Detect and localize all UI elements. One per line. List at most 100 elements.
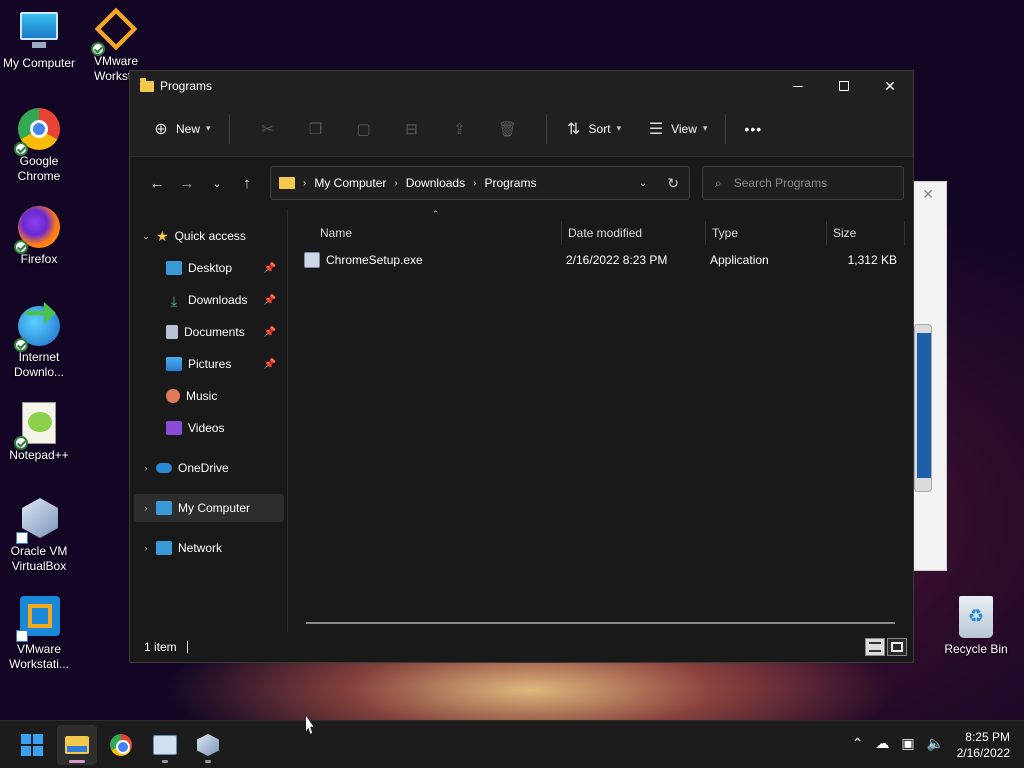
nav-pictures[interactable]: Pictures 📌 <box>134 350 284 378</box>
column-header-size[interactable]: Size <box>833 223 856 243</box>
divider <box>545 113 547 144</box>
taskbar-file-explorer[interactable] <box>57 725 97 765</box>
nav-documents[interactable]: Documents 📌 <box>134 318 284 346</box>
desktop-icon-vmware-workstation[interactable]: VMware Workstati... <box>1 594 77 672</box>
up-button[interactable]: ↑ <box>232 175 262 192</box>
file-list: ⌃ Name Date modified Type Size ChromeSet… <box>288 209 913 632</box>
copy-button[interactable]: ❐ <box>292 120 340 138</box>
forward-button[interactable]: → <box>172 175 202 192</box>
sort-icon: ⇅ <box>566 120 581 138</box>
desktop-icon-recycle-bin[interactable]: Recycle Bin <box>940 596 1012 656</box>
minimize-button[interactable] <box>775 71 821 101</box>
command-bar: ⊕ New ▾ ✂ ❐ ▢ ⊟ ⇪ 🗑 ⇅ Sort ▾ ☰ View ▾ ••… <box>130 101 913 157</box>
onedrive-cloud-icon[interactable]: ☁ <box>875 735 889 752</box>
column-header-name[interactable]: Name <box>320 223 352 243</box>
nav-label: OneDrive <box>178 461 229 475</box>
scissors-icon: ✂ <box>261 120 274 138</box>
running-indicator <box>162 760 168 763</box>
pin-icon[interactable]: 📌 <box>264 327 276 338</box>
music-icon <box>166 389 180 403</box>
nav-label: Music <box>186 389 218 403</box>
nav-videos[interactable]: Videos <box>134 414 284 442</box>
nav-label: Pictures <box>188 357 232 371</box>
chevron-up-icon[interactable]: ⌃ <box>852 735 864 752</box>
minimize-icon <box>793 85 803 87</box>
nav-my-computer[interactable]: › My Computer <box>134 494 284 522</box>
column-divider[interactable] <box>826 221 827 245</box>
rename-button[interactable]: ⊟ <box>388 120 436 138</box>
details-view-button[interactable] <box>865 638 885 656</box>
desktop-icon <box>166 261 182 275</box>
tiles-view-button[interactable] <box>887 638 907 656</box>
desktop-icon-internet-download[interactable]: Internet Downlo... <box>1 302 77 380</box>
see-more-button[interactable]: ••• <box>740 113 766 145</box>
share-button[interactable]: ⇪ <box>436 120 484 138</box>
view-button-label: View <box>671 121 697 136</box>
download-icon: ⤓ <box>170 293 178 309</box>
nav-onedrive[interactable]: › OneDrive <box>134 454 284 482</box>
network-icon[interactable]: ▣ <box>901 735 914 752</box>
document-icon <box>166 325 178 339</box>
pin-icon[interactable]: 📌 <box>264 295 276 306</box>
desktop-icon-virtualbox[interactable]: Oracle VM VirtualBox <box>1 496 77 574</box>
breadcrumb-downloads[interactable]: Downloads <box>406 176 465 190</box>
view-button[interactable]: ☰ View ▾ <box>643 113 711 145</box>
app-window-icon <box>153 735 177 755</box>
maximize-button[interactable] <box>821 71 867 101</box>
close-icon[interactable]: ✕ <box>922 186 934 203</box>
desktop-icon-google-chrome[interactable]: Google Chrome <box>1 106 77 184</box>
volume-icon[interactable]: 🔈 <box>927 735 944 752</box>
desktop-icon-my-computer[interactable]: My Computer <box>1 8 77 71</box>
taskbar-chrome[interactable] <box>101 725 141 765</box>
horizontal-scrollbar[interactable] <box>306 622 895 624</box>
cut-button[interactable]: ✂ <box>244 120 292 138</box>
pictures-icon <box>166 357 182 371</box>
clock[interactable]: 8:25 PM 2/16/2022 <box>957 729 1010 761</box>
back-button[interactable]: ← <box>142 175 172 192</box>
nav-label: My Computer <box>178 501 251 515</box>
paste-button[interactable]: ▢ <box>340 120 388 138</box>
chevron-right-icon: › <box>144 503 148 513</box>
pin-icon[interactable]: 📌 <box>264 359 276 370</box>
breadcrumb-my-computer[interactable]: My Computer <box>314 176 386 190</box>
desktop-icon-firefox[interactable]: Firefox <box>1 204 77 267</box>
desktop-icon-notepad-plus-plus[interactable]: Notepad++ <box>1 400 77 463</box>
new-button[interactable]: ⊕ New ▾ <box>148 113 215 145</box>
clock-time: 8:25 PM <box>965 730 1010 744</box>
title-bar[interactable]: Programs ✕ <box>130 71 913 101</box>
chevron-right-icon: › <box>144 463 148 473</box>
address-bar[interactable]: › My Computer › Downloads › Programs ⌄ ↻ <box>270 166 690 200</box>
tiles-view-icon <box>891 642 903 652</box>
recent-locations-button[interactable]: ⌄ <box>202 177 232 190</box>
folder-icon <box>279 177 295 189</box>
desktop-icon-label: My Computer <box>2 56 76 70</box>
address-dropdown-button[interactable]: ⌄ <box>639 178 647 189</box>
close-button[interactable]: ✕ <box>867 71 913 101</box>
delete-button[interactable]: 🗑 <box>484 120 532 138</box>
nav-music[interactable]: Music <box>134 382 284 410</box>
pin-icon[interactable]: 📌 <box>264 263 276 274</box>
column-header-type[interactable]: Type <box>712 223 738 243</box>
sort-button-label: Sort <box>588 121 611 136</box>
nav-network[interactable]: › Network <box>134 534 284 562</box>
column-divider[interactable] <box>904 221 905 245</box>
search-icon: ⌕ <box>715 175 722 190</box>
column-header-date[interactable]: Date modified <box>568 223 642 243</box>
column-divider[interactable] <box>561 221 562 245</box>
nav-desktop[interactable]: Desktop 📌 <box>134 254 284 282</box>
refresh-icon: ↻ <box>667 174 679 191</box>
sync-check-icon <box>14 338 28 352</box>
column-divider[interactable] <box>705 221 706 245</box>
taskbar-virtualbox[interactable] <box>188 725 228 765</box>
breadcrumb-programs[interactable]: Programs <box>484 176 536 190</box>
nav-downloads[interactable]: ⤓ Downloads 📌 <box>134 286 284 314</box>
file-row[interactable]: ChromeSetup.exe 2/16/2022 8:23 PM Applic… <box>304 247 905 273</box>
refresh-button[interactable]: ↻ <box>667 175 679 192</box>
taskbar-app-manager[interactable] <box>145 725 185 765</box>
start-button[interactable] <box>12 725 52 765</box>
sort-button[interactable]: ⇅ Sort ▾ <box>561 113 626 145</box>
search-placeholder: Search Programs <box>733 176 828 190</box>
desktop-icon-label: Recycle Bin <box>944 642 1008 656</box>
search-input[interactable]: ⌕ Search Programs <box>702 166 904 200</box>
nav-quick-access[interactable]: ⌄ ★ Quick access <box>134 222 284 250</box>
